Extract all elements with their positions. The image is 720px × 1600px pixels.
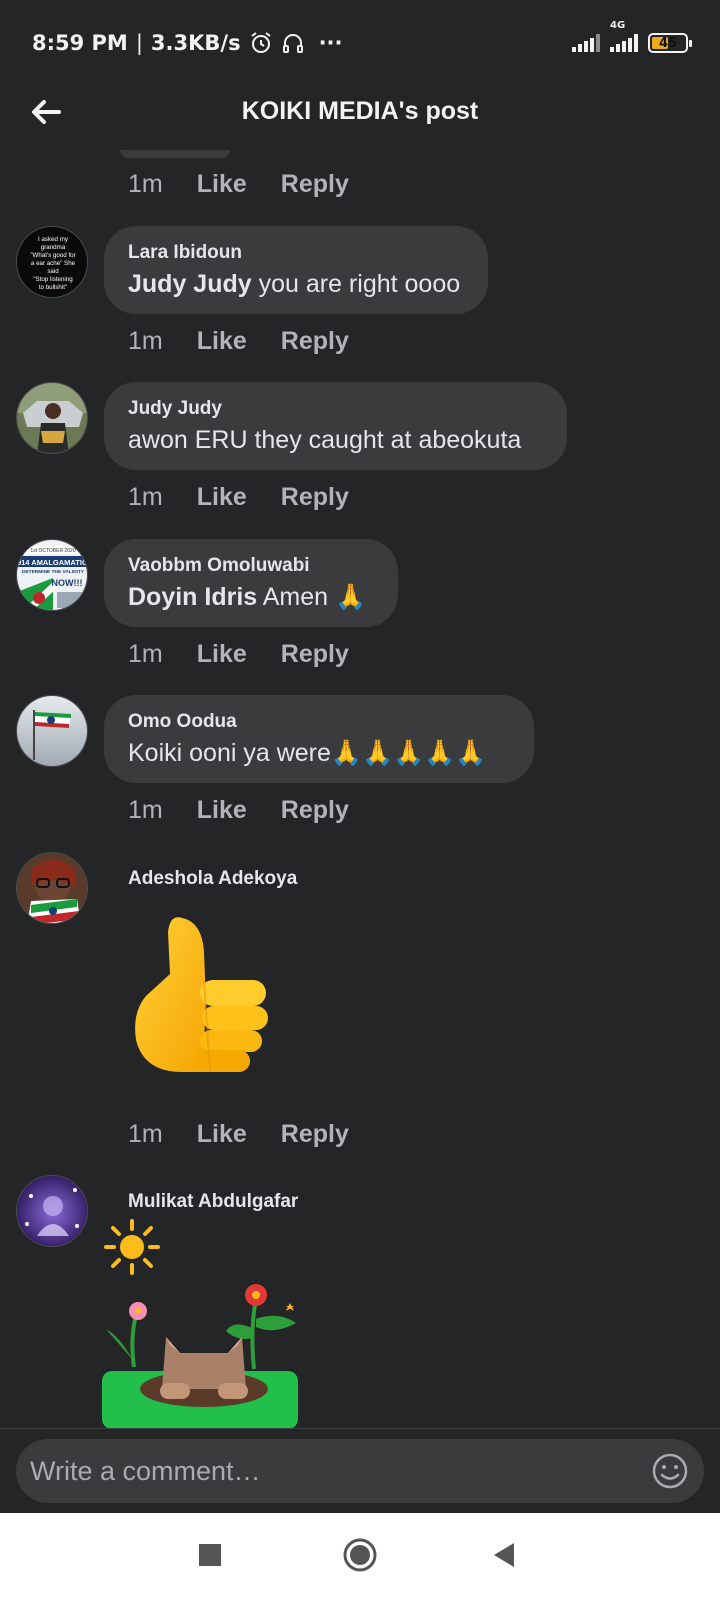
square-icon bbox=[199, 1544, 221, 1566]
like-button[interactable]: Like bbox=[197, 483, 247, 512]
svg-text:I asked my: I asked my bbox=[38, 236, 69, 243]
battery-level: 45 bbox=[658, 35, 678, 51]
avatar[interactable] bbox=[16, 695, 88, 767]
svg-text:said: said bbox=[47, 268, 59, 275]
comment-author[interactable]: Judy Judy bbox=[128, 398, 543, 420]
svg-text:a ear ache" She: a ear ache" She bbox=[31, 260, 76, 267]
svg-text:DETERMINE THE VALIDITY: DETERMINE THE VALIDITY bbox=[22, 569, 85, 575]
more-notifications: ··· bbox=[318, 31, 343, 55]
previous-comment-bubble bbox=[120, 150, 230, 158]
comment-text: awon ERU they caught at abeokuta bbox=[128, 426, 522, 454]
comment-actions: 1m Like Reply bbox=[128, 170, 349, 199]
svg-text:"What's good for: "What's good for bbox=[30, 252, 75, 259]
svg-text:to bullshit": to bullshit" bbox=[39, 284, 67, 291]
comment-time: 1m bbox=[128, 170, 163, 198]
comment-author[interactable]: Lara Ibidoun bbox=[128, 242, 464, 264]
comment-bubble[interactable]: Vaobbm Omoluwabi Doyin Idris Amen 🙏 bbox=[104, 539, 398, 627]
reply-button[interactable]: Reply bbox=[281, 796, 349, 825]
emoji-icon[interactable] bbox=[650, 1451, 690, 1491]
avatar[interactable]: 1st OCTOBER 2020 1914 AMALGAMATION DETER… bbox=[16, 539, 88, 611]
network-speed: 3.3KB/s bbox=[150, 31, 241, 55]
avatar[interactable] bbox=[16, 852, 88, 924]
comment-text: Koiki ooni ya were🙏🙏🙏🙏🙏 bbox=[128, 739, 487, 767]
svg-text:1914 AMALGAMATION: 1914 AMALGAMATION bbox=[17, 558, 88, 567]
composer-field[interactable] bbox=[16, 1439, 704, 1503]
svg-text:"Stop listening: "Stop listening bbox=[33, 276, 73, 283]
system-navigation-bar bbox=[0, 1513, 720, 1600]
like-button[interactable]: Like bbox=[197, 640, 247, 669]
status-time: 8:59 PM bbox=[32, 31, 128, 55]
comment-text: Judy Judy you are right oooo bbox=[128, 270, 461, 298]
alarm-icon bbox=[250, 32, 271, 53]
comment-bubble[interactable]: Judy Judy awon ERU they caught at abeoku… bbox=[104, 382, 567, 470]
comment-actions: 1m Like Reply bbox=[128, 1120, 349, 1149]
recents-button[interactable] bbox=[190, 1535, 230, 1575]
comment-time: 1m bbox=[128, 483, 163, 511]
app-header: KOIKI MEDIA's post bbox=[0, 86, 720, 136]
signal-4g-icon: 4G bbox=[610, 20, 638, 52]
signal-icon bbox=[572, 34, 600, 52]
reply-button[interactable]: Reply bbox=[281, 1120, 349, 1149]
comment-text: Doyin Idris Amen 🙏 bbox=[128, 583, 367, 611]
comment-actions: 1m Like Reply bbox=[128, 640, 349, 669]
reply-button[interactable]: Reply bbox=[281, 327, 349, 356]
avatar[interactable]: I asked my grandma "What's good for a ea… bbox=[16, 226, 88, 298]
avatar[interactable] bbox=[16, 382, 88, 454]
avatar[interactable] bbox=[16, 1175, 88, 1247]
back-nav-button[interactable] bbox=[484, 1535, 524, 1575]
svg-text:grandma: grandma bbox=[41, 244, 66, 251]
headphones-icon bbox=[282, 34, 303, 53]
reply-button[interactable]: Reply bbox=[281, 640, 349, 669]
battery-icon: 45 bbox=[648, 33, 692, 53]
comment-time: 1m bbox=[128, 796, 163, 824]
comment-actions: 1m Like Reply bbox=[128, 483, 349, 512]
like-button[interactable]: Like bbox=[197, 796, 247, 825]
comment-author[interactable]: Vaobbm Omoluwabi bbox=[128, 555, 374, 577]
reply-button[interactable]: Reply bbox=[281, 170, 349, 199]
mention-link[interactable]: Judy Judy bbox=[128, 270, 252, 298]
back-button[interactable] bbox=[26, 92, 66, 132]
like-button[interactable]: Like bbox=[197, 327, 247, 356]
triangle-back-icon bbox=[494, 1543, 514, 1567]
comment-bubble[interactable]: Omo Oodua Koiki ooni ya were🙏🙏🙏🙏🙏 bbox=[104, 695, 534, 783]
comment-time: 1m bbox=[128, 327, 163, 355]
flowers-cat-sticker[interactable] bbox=[100, 1219, 310, 1428]
comment-bubble[interactable]: Lara Ibidoun Judy Judy you are right ooo… bbox=[104, 226, 488, 314]
svg-text:NOW!!!: NOW!!! bbox=[52, 578, 83, 588]
comment-actions: 1m Like Reply bbox=[128, 327, 349, 356]
comment-author[interactable]: Omo Oodua bbox=[128, 711, 510, 733]
comment-author[interactable]: Mulikat Abdulgafar bbox=[128, 1191, 298, 1213]
status-separator: | bbox=[135, 31, 143, 55]
comment-author[interactable]: Adeshola Adekoya bbox=[128, 868, 297, 890]
page-title: KOIKI MEDIA's post bbox=[241, 96, 479, 125]
mention-link[interactable]: Doyin Idris bbox=[128, 583, 257, 611]
like-button[interactable]: Like bbox=[197, 170, 247, 199]
comment-time: 1m bbox=[128, 640, 163, 668]
comment-composer bbox=[0, 1428, 720, 1513]
like-button[interactable]: Like bbox=[197, 1120, 247, 1149]
comment-time: 1m bbox=[128, 1120, 163, 1148]
arrow-left-icon bbox=[32, 100, 61, 124]
reply-button[interactable]: Reply bbox=[281, 483, 349, 512]
comments-list[interactable]: 1m Like Reply I asked my grandma "What's… bbox=[0, 136, 720, 1428]
circle-icon bbox=[343, 1538, 377, 1572]
sun-flowers-cat-icon bbox=[102, 1219, 298, 1428]
home-button[interactable] bbox=[340, 1535, 380, 1575]
thumbs-up-icon bbox=[135, 917, 268, 1073]
svg-text:1st OCTOBER 2020: 1st OCTOBER 2020 bbox=[30, 548, 75, 554]
thumbs-up-sticker[interactable] bbox=[130, 912, 280, 1082]
status-bar: 8:59 PM | 3.3KB/s ··· 4G 45 bbox=[0, 0, 720, 86]
comment-actions: 1m Like Reply bbox=[128, 796, 349, 825]
comment-input[interactable] bbox=[30, 1455, 650, 1487]
